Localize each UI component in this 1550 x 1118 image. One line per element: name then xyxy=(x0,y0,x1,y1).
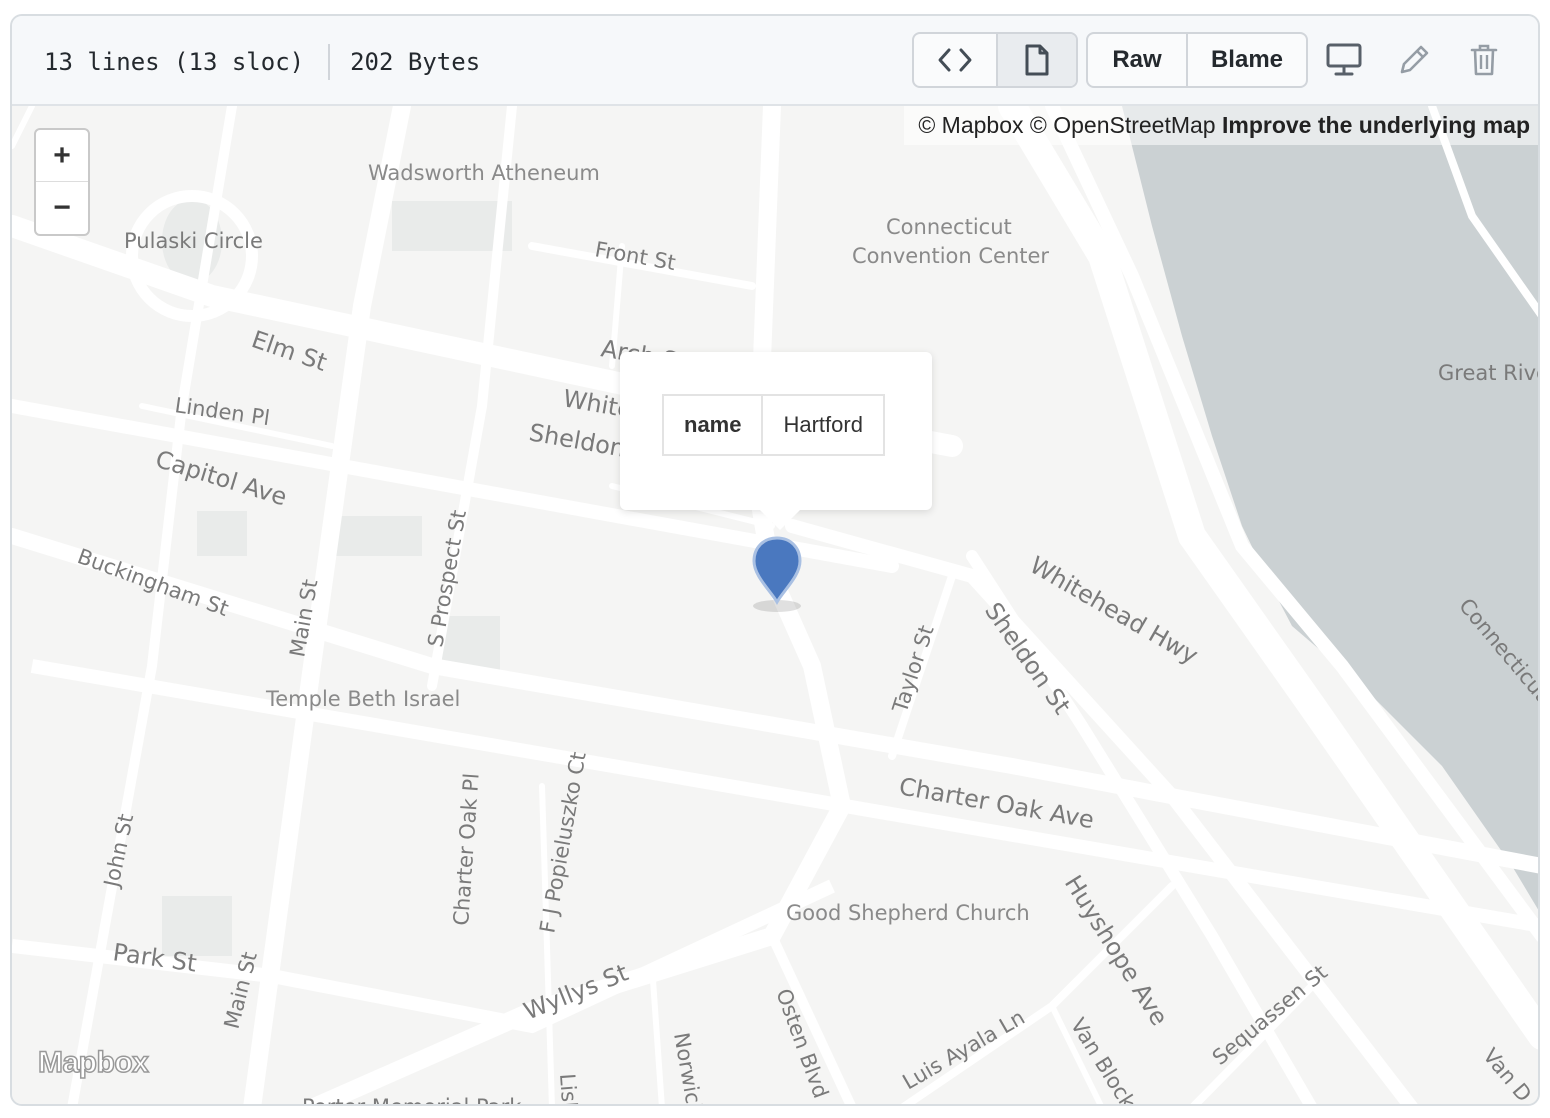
mapbox-logo[interactable]: Mapbox xyxy=(37,1045,149,1080)
file-info: 13 lines (13 sloc) 202 Bytes xyxy=(44,44,480,80)
map-label: Temple Beth Israel xyxy=(265,687,460,711)
open-desktop-button[interactable] xyxy=(1322,38,1366,82)
trash-icon xyxy=(1470,44,1498,76)
property-value: Hartford xyxy=(761,394,885,456)
divider xyxy=(328,44,331,80)
raw-blame-group: Raw Blame xyxy=(1086,32,1308,88)
map-view[interactable]: Wadsworth Atheneum Pulaski Circle Front … xyxy=(12,106,1540,1106)
view-toggle xyxy=(912,32,1078,88)
map-attribution: © Mapbox © OpenStreetMap Improve the und… xyxy=(904,106,1538,145)
rendered-view-button[interactable] xyxy=(996,34,1076,86)
map-label: Connecticut xyxy=(886,215,1012,239)
zoom-control: + − xyxy=(34,128,90,236)
zoom-in-button[interactable]: + xyxy=(36,130,88,181)
file-viewer: 13 lines (13 sloc) 202 Bytes Raw Blame W… xyxy=(10,14,1540,1106)
map-label: Convention Center xyxy=(852,244,1049,268)
map-label: Porter Memorial Park xyxy=(302,1095,522,1106)
table-row: name Hartford xyxy=(661,394,885,456)
zoom-out-button[interactable]: − xyxy=(36,181,88,233)
delete-button[interactable] xyxy=(1462,38,1506,82)
map-marker-icon[interactable] xyxy=(750,534,804,614)
map-label: Great Rive xyxy=(1438,361,1540,385)
feature-popup: name Hartford xyxy=(620,352,932,530)
file-icon xyxy=(1025,44,1049,76)
file-header: 13 lines (13 sloc) 202 Bytes Raw Blame xyxy=(12,16,1538,106)
osm-attribution-link[interactable]: © OpenStreetMap xyxy=(1030,112,1216,138)
source-view-button[interactable] xyxy=(914,34,996,86)
map-label: Wadsworth Atheneum xyxy=(368,161,600,185)
edit-button[interactable] xyxy=(1392,38,1436,82)
map-label: Lisb xyxy=(555,1073,582,1106)
file-size: 202 Bytes xyxy=(350,48,481,76)
improve-map-link[interactable]: Improve the underlying map xyxy=(1222,112,1530,138)
pencil-icon xyxy=(1400,45,1429,74)
map-label: Pulaski Circle xyxy=(124,229,263,253)
raw-button[interactable]: Raw xyxy=(1088,34,1186,86)
code-icon xyxy=(938,48,972,72)
property-key: name xyxy=(661,394,764,456)
map-label: Good Shepherd Church xyxy=(786,901,1030,925)
line-count: 13 lines (13 sloc) xyxy=(44,48,305,76)
blame-button[interactable]: Blame xyxy=(1186,34,1306,86)
desktop-icon xyxy=(1326,43,1362,76)
mapbox-attribution-link[interactable]: © Mapbox xyxy=(918,112,1023,138)
popup-properties-table: name Hartford xyxy=(661,394,885,456)
